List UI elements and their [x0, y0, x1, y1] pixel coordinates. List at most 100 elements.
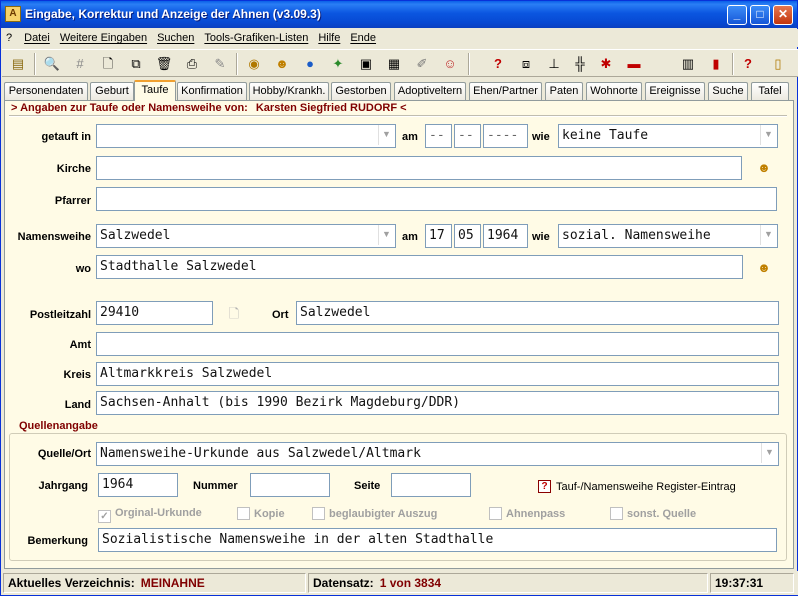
page-icon[interactable]: ▥ — [678, 54, 698, 74]
window-title: Eingabe, Korrektur und Anzeige der Ahnen… — [25, 7, 321, 21]
copy-doc-icon[interactable]: ⧉ — [126, 54, 146, 74]
toolbar-separator — [34, 53, 36, 75]
tab-adoptiveltern[interactable]: Adoptiveltern — [394, 82, 466, 100]
search-doc-icon[interactable]: 🔍 — [42, 54, 62, 74]
help-search-icon[interactable]: ? — [488, 54, 508, 74]
smiley-icon[interactable]: ☻ — [756, 260, 772, 276]
close-button[interactable]: ✕ — [773, 5, 793, 25]
nw-day-field[interactable]: 17 — [425, 224, 452, 248]
print-doc-icon[interactable]: ⎙ — [182, 54, 202, 74]
people-icon[interactable]: ☺ — [440, 54, 460, 74]
tab-wohnorte[interactable]: Wohnorte — [586, 82, 642, 100]
walker-icon[interactable]: ✦ — [328, 54, 348, 74]
book-icon[interactable]: ▤ — [8, 54, 28, 74]
edit-doc-icon[interactable]: ✎ — [210, 54, 230, 74]
jahrgang-field[interactable]: 1964 — [98, 473, 178, 497]
smiley-icon[interactable]: ☻ — [756, 160, 772, 176]
car-icon[interactable]: ▬ — [624, 54, 644, 74]
status-datensatz: Datensatz: 1 von 3834 — [308, 573, 708, 593]
note-icon[interactable]: ▦ — [384, 54, 404, 74]
tab-konfirmation[interactable]: Konfirmation — [177, 82, 247, 100]
bemerkung-field[interactable]: Sozialistische Namensweihe in der alten … — [98, 528, 777, 552]
chevron-down-icon[interactable]: ▼ — [378, 125, 394, 145]
maximize-button[interactable]: □ — [750, 5, 770, 25]
tab-tafel[interactable]: Tafel — [751, 82, 789, 100]
exit-door-icon[interactable]: ▯ — [768, 54, 788, 74]
checkbox-beglaubigter-auszug[interactable]: beglaubigter Auszug — [312, 507, 437, 521]
menu-hilfe[interactable]: Hilfe — [318, 32, 340, 44]
camera-icon[interactable]: ▣ — [356, 54, 376, 74]
new-doc-icon[interactable]: 🗋 — [98, 54, 118, 74]
chart-icon[interactable]: ▮ — [706, 54, 726, 74]
taufe-month-field[interactable]: -- — [454, 124, 481, 148]
chevron-down-icon[interactable]: ▼ — [760, 225, 776, 245]
nw-year-field[interactable]: 1964 — [483, 224, 528, 248]
quelle-combo[interactable]: Namensweihe-Urkunde aus Salzwedel/Altmar… — [96, 442, 779, 466]
status-verzeichnis-value: MEINAHNE — [140, 576, 205, 590]
seite-field[interactable] — [391, 473, 471, 497]
smiley-icon[interactable]: ☻ — [272, 54, 292, 74]
kirche-field[interactable] — [96, 156, 742, 180]
menu-tools[interactable]: Tools-Grafiken-Listen — [204, 32, 308, 44]
hash-icon[interactable]: # — [70, 54, 90, 74]
nw-month-field[interactable]: 05 — [454, 224, 481, 248]
status-verzeichnis-label: Aktuelles Verzeichnis: — [8, 576, 135, 590]
menu-help-about[interactable]: ? — [6, 32, 12, 44]
checkbox-original-urkunde[interactable]: ✓ Orginal-Urkunde — [98, 507, 202, 523]
ort-field[interactable]: Salzwedel — [296, 301, 779, 325]
tab-personendaten[interactable]: Personendaten — [4, 82, 88, 100]
tab-ehen-partner[interactable]: Ehen/Partner — [469, 82, 542, 100]
menu-bar: ? Datei Weitere Eingaben Suchen Tools-Gr… — [2, 29, 798, 47]
wo-label: wo — [75, 263, 91, 275]
nw-wie-combo[interactable]: sozial. Namensweihe — [558, 224, 778, 248]
kreis-field[interactable]: Altmarkkreis Salzwedel — [96, 362, 779, 386]
tree-icon[interactable]: ⊥ — [544, 54, 564, 74]
tab-ereignisse[interactable]: Ereignisse — [645, 82, 705, 100]
taufe-wie-label: wie — [532, 131, 550, 143]
checkbox-sonst-quelle[interactable]: sonst. Quelle — [610, 507, 696, 521]
tab-suche[interactable]: Suche — [708, 82, 748, 100]
menu-suchen[interactable]: Suchen — [157, 32, 194, 44]
trash-icon[interactable]: 🗑 — [154, 54, 174, 74]
taufe-year-field[interactable]: ---- — [483, 124, 528, 148]
menu-datei[interactable]: Datei — [24, 32, 50, 44]
amt-field[interactable] — [96, 332, 779, 356]
plz-field[interactable]: 29410 — [96, 301, 213, 325]
documents-icon[interactable]: ⧈ — [516, 54, 536, 74]
minimize-button[interactable]: _ — [727, 5, 747, 25]
sparkle-icon[interactable]: ✱ — [596, 54, 616, 74]
checkbox-kopie[interactable]: Kopie — [237, 507, 285, 521]
pfarrer-field[interactable] — [96, 187, 777, 211]
menu-ende[interactable]: Ende — [350, 32, 376, 44]
tab-taufe[interactable]: Taufe — [134, 80, 176, 101]
checkbox-box — [610, 507, 623, 520]
register-checkbox[interactable]: ? — [538, 480, 551, 493]
section-heading: > Angaben zur Taufe oder Namensweihe von… — [11, 102, 407, 114]
timer-icon[interactable]: ◉ — [244, 54, 264, 74]
taufe-day-field[interactable]: -- — [425, 124, 452, 148]
nummer-field[interactable] — [250, 473, 330, 497]
tab-strip: Personendaten Geburt Taufe Konfirmation … — [4, 80, 794, 101]
checkbox-ahnenpass[interactable]: Ahnenpass — [489, 507, 565, 521]
title-bar[interactable]: A Eingabe, Korrektur und Anzeige der Ahn… — [1, 1, 797, 28]
chevron-down-icon[interactable]: ▼ — [760, 125, 776, 145]
help-icon[interactable]: ? — [738, 54, 758, 74]
chevron-down-icon[interactable]: ▼ — [761, 443, 777, 463]
tab-hobby-krankheit[interactable]: Hobby/Krankh. — [249, 82, 329, 100]
pen-icon[interactable]: ✐ — [412, 54, 432, 74]
nw-wie-label: wie — [532, 231, 550, 243]
tab-geburt[interactable]: Geburt — [90, 82, 134, 100]
lookup-doc-icon[interactable]: 🗋 — [226, 306, 242, 322]
tab-paten[interactable]: Paten — [545, 82, 583, 100]
network-icon[interactable]: ╬ — [570, 54, 590, 74]
tab-gestorben[interactable]: Gestorben — [331, 82, 391, 100]
globe-icon[interactable]: ● — [300, 54, 320, 74]
taufe-wie-combo[interactable]: keine Taufe — [558, 124, 778, 148]
quellen-title: Quellenangabe — [17, 420, 100, 432]
chevron-down-icon[interactable]: ▼ — [378, 225, 394, 245]
land-field[interactable]: Sachsen-Anhalt (bis 1990 Bezirk Magdebur… — [96, 391, 779, 415]
namensweihe-combo[interactable]: Salzwedel — [96, 224, 396, 248]
menu-weitere-eingaben[interactable]: Weitere Eingaben — [60, 32, 147, 44]
wo-field[interactable]: Stadthalle Salzwedel — [96, 255, 743, 279]
getauft-combo[interactable] — [96, 124, 396, 148]
